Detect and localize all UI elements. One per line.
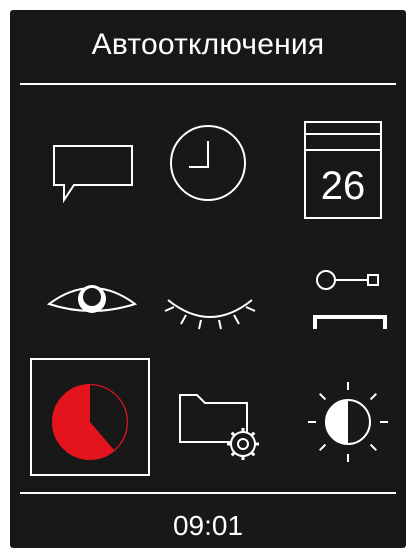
device-screen: Автоотключения 26 09:01 <box>10 10 406 548</box>
calendar-icon: 26 <box>304 121 382 219</box>
closed-eye-icon <box>164 299 256 330</box>
menu-item-clock[interactable] <box>148 103 268 221</box>
pie-timer-icon <box>52 384 128 460</box>
folder-gear-icon <box>179 394 259 460</box>
menu-item-message[interactable] <box>30 103 150 221</box>
menu-item-timer[interactable] <box>30 358 150 476</box>
header-divider <box>20 83 396 85</box>
page-title: Автоотключения <box>91 28 325 61</box>
brightness-icon <box>308 382 388 462</box>
calendar-day-label: 26 <box>321 164 366 208</box>
menu-item-brightness[interactable] <box>286 358 406 476</box>
menu-item-key-lock[interactable] <box>266 242 387 360</box>
key-icon <box>313 270 387 329</box>
clock-icon <box>170 125 246 201</box>
menu-item-eye-open[interactable] <box>30 242 150 360</box>
footer-divider <box>20 492 396 494</box>
clock-time: 09:01 <box>172 510 244 541</box>
speech-bubble-icon <box>53 145 133 204</box>
menu-item-eye-closed[interactable] <box>148 242 268 360</box>
menu-item-calendar[interactable]: 26 <box>266 103 386 221</box>
open-eye-icon <box>46 285 138 313</box>
menu-item-folder-settings[interactable] <box>148 358 268 476</box>
